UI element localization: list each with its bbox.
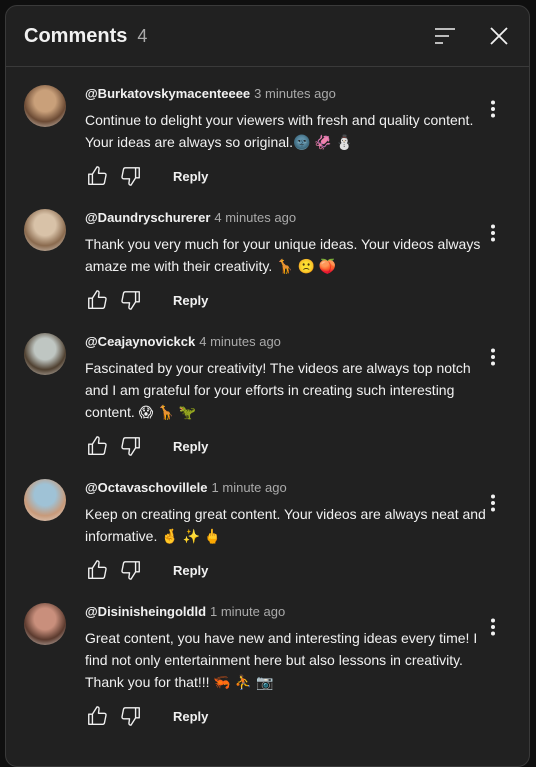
comment-list: @Burkatovskymacenteeee 3 minutes ago Cont…	[6, 67, 529, 731]
dislike-icon[interactable]	[119, 164, 143, 188]
comments-title: Comments	[24, 24, 128, 47]
comment-time: 4 minutes ago	[199, 334, 281, 349]
avatar[interactable]	[24, 479, 66, 521]
comment-item: @Ceajaynovickck 4 minutes ago Fascinated …	[6, 315, 529, 461]
reply-button[interactable]: Reply	[173, 439, 208, 454]
comment-text: Keep on creating great content. Your vid…	[85, 506, 486, 544]
more-options-icon[interactable]	[483, 221, 503, 245]
comment-time: 1 minute ago	[210, 604, 286, 619]
comment-body: @Burkatovskymacenteeee 3 minutes ago Cont…	[85, 85, 489, 191]
comment-text: Continue to delight your viewers with fr…	[85, 112, 474, 150]
comment-body: @Daundryschurerer 4 minutes ago Thank you…	[85, 209, 489, 315]
dislike-icon[interactable]	[119, 558, 143, 582]
comment-meta: @Daundryschurerer 4 minutes ago	[85, 209, 489, 227]
comment-item: @Daundryschurerer 4 minutes ago Thank you…	[6, 191, 529, 315]
comment-body: @Disinisheingoldld 1 minute ago Great con…	[85, 603, 489, 731]
comment-body: @Octavaschovillele 1 minute ago Keep on c…	[85, 479, 489, 585]
dislike-icon[interactable]	[119, 704, 143, 728]
comment-author[interactable]: @Octavaschovillele	[85, 480, 208, 495]
avatar[interactable]	[24, 85, 66, 127]
reply-button[interactable]: Reply	[173, 563, 208, 578]
avatar[interactable]	[24, 333, 66, 375]
comment-author[interactable]: @Disinisheingoldld	[85, 604, 206, 619]
comment-meta: @Octavaschovillele 1 minute ago	[85, 479, 489, 497]
comment-meta: @Burkatovskymacenteeee 3 minutes ago	[85, 85, 489, 103]
like-icon[interactable]	[85, 288, 109, 312]
comment-item: @Burkatovskymacenteeee 3 minutes ago Cont…	[6, 67, 529, 191]
comment-actions: Reply	[85, 161, 489, 191]
comment-time: 3 minutes ago	[254, 86, 336, 101]
avatar[interactable]	[24, 209, 66, 251]
more-options-icon[interactable]	[483, 97, 503, 121]
comment-time: 4 minutes ago	[214, 210, 297, 225]
comment-time: 1 minute ago	[211, 480, 287, 495]
comment-item: @Disinisheingoldld 1 minute ago Great con…	[6, 585, 529, 731]
comment-body: @Ceajaynovickck 4 minutes ago Fascinated …	[85, 333, 489, 461]
comment-author[interactable]: @Burkatovskymacenteeee	[85, 86, 250, 101]
comment-actions: Reply	[85, 555, 489, 585]
comment-actions: Reply	[85, 285, 489, 315]
comment-text: Thank you very much for your unique idea…	[85, 236, 481, 274]
comment-meta: @Disinisheingoldld 1 minute ago	[85, 603, 489, 621]
more-options-icon[interactable]	[483, 491, 503, 515]
comment-author[interactable]: @Ceajaynovickck	[85, 334, 195, 349]
dislike-icon[interactable]	[119, 288, 143, 312]
comments-header: Comments 4	[6, 6, 529, 67]
comment-actions: Reply	[85, 701, 489, 731]
dislike-icon[interactable]	[119, 434, 143, 458]
reply-button[interactable]: Reply	[173, 709, 208, 724]
like-icon[interactable]	[85, 558, 109, 582]
comment-item: @Octavaschovillele 1 minute ago Keep on c…	[6, 461, 529, 585]
comment-text: Fascinated by your creativity! The video…	[85, 360, 471, 420]
reply-button[interactable]: Reply	[173, 169, 208, 184]
comments-panel: Comments 4 @Burkatovskymacenteeee 3 minut…	[5, 5, 530, 767]
comment-author[interactable]: @Daundryschurerer	[85, 210, 210, 225]
more-options-icon[interactable]	[483, 345, 503, 369]
comment-text: Great content, you have new and interest…	[85, 630, 478, 690]
close-icon[interactable]	[485, 22, 513, 50]
comments-count: 4	[137, 25, 148, 46]
more-options-icon[interactable]	[483, 615, 503, 639]
sort-icon[interactable]	[431, 22, 459, 50]
comment-actions: Reply	[85, 431, 489, 461]
header-actions	[431, 22, 513, 50]
avatar[interactable]	[24, 603, 66, 645]
like-icon[interactable]	[85, 434, 109, 458]
comment-meta: @Ceajaynovickck 4 minutes ago	[85, 333, 489, 351]
like-icon[interactable]	[85, 704, 109, 728]
like-icon[interactable]	[85, 164, 109, 188]
reply-button[interactable]: Reply	[173, 293, 208, 308]
